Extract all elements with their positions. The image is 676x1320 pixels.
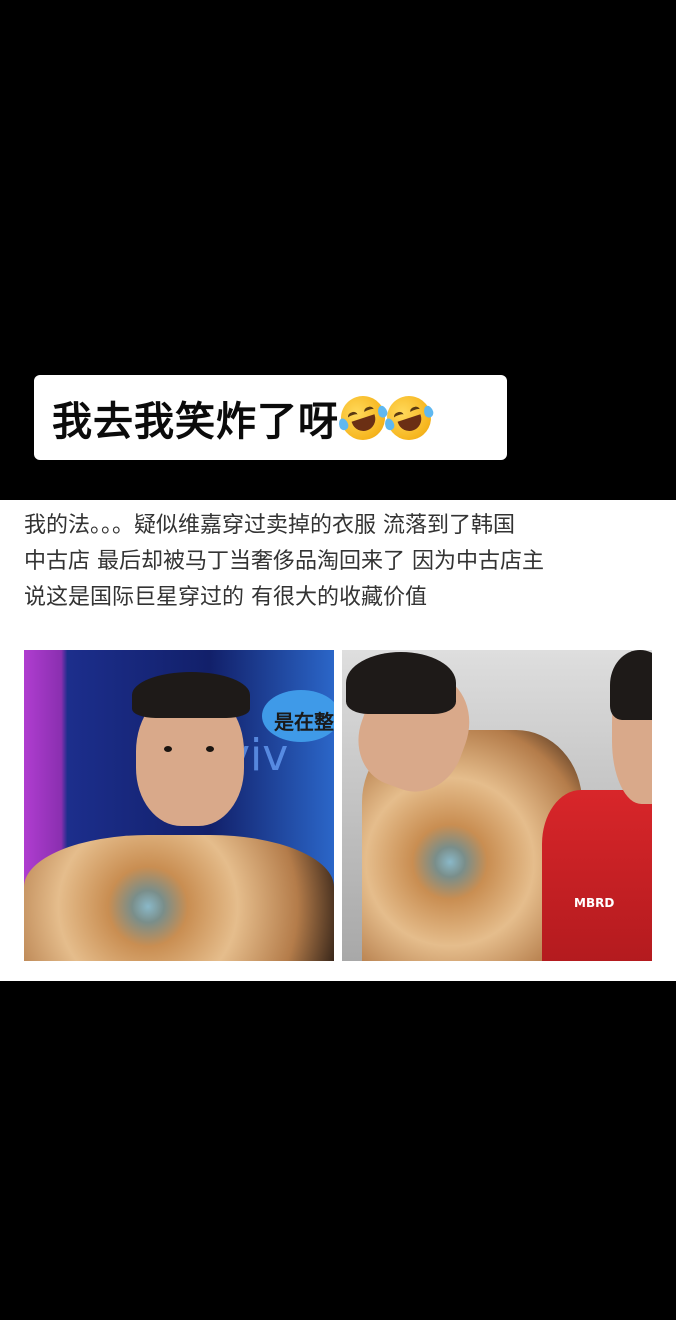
laughing-emoji-icon	[381, 389, 437, 446]
post-text: 我的法。。。疑似维嘉穿过卖掉的衣服 流落到了韩国 中古店 最后却被马丁当奢侈品淘…	[24, 508, 660, 616]
post-card: 我的法。。。疑似维嘉穿过卖掉的衣服 流落到了韩国 中古店 最后却被马丁当奢侈品淘…	[0, 500, 676, 981]
bubble-text: 是在整	[274, 710, 334, 734]
post-line: 我的法。。。疑似维嘉穿过卖掉的衣服 流落到了韩国	[24, 513, 515, 538]
jersey-text: MBRD	[574, 896, 615, 910]
photo-left[interactable]: viv 是在整	[24, 650, 334, 961]
person-hair	[610, 650, 652, 720]
printed-shirt	[24, 835, 334, 961]
red-jersey	[542, 790, 652, 961]
person-hair	[346, 652, 456, 714]
post-line: 中古店 最后却被马丁当奢侈品淘回来了 因为中古店主	[24, 549, 544, 574]
caption-text: 我去我笑炸了呀	[52, 398, 339, 445]
eye	[164, 746, 172, 752]
person-hair	[132, 672, 250, 718]
caption-box: 我去我笑炸了呀	[34, 375, 507, 460]
laughing-emoji-icon	[335, 389, 391, 446]
eye	[206, 746, 214, 752]
post-line: 说这是国际巨星穿过的 有很大的收藏价值	[24, 585, 427, 610]
photo-right[interactable]: MBRD	[342, 650, 652, 961]
